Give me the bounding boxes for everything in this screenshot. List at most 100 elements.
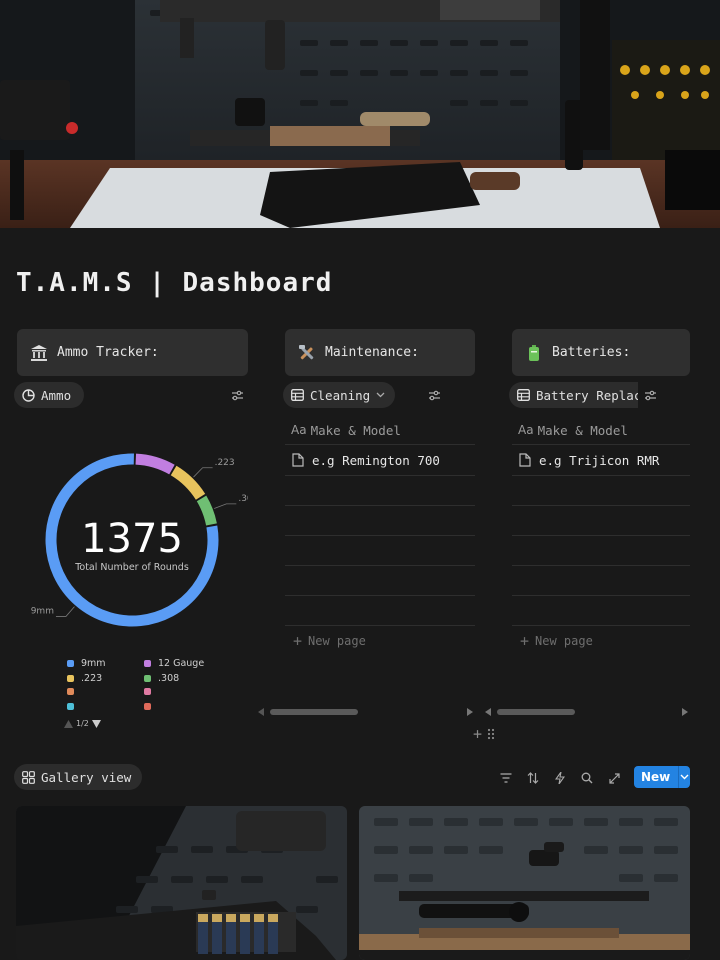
legend-label: .223 xyxy=(81,673,103,684)
tab-label: Ammo xyxy=(41,387,72,403)
scroll-right-icon[interactable] xyxy=(467,708,473,716)
legend-swatch xyxy=(67,688,74,695)
slice-label: .223 xyxy=(215,458,235,468)
add-block-icon[interactable]: + xyxy=(473,725,482,743)
plus-icon: + xyxy=(520,632,530,650)
callout-maintenance: Maintenance: xyxy=(285,329,475,376)
new-button[interactable]: New xyxy=(634,766,690,788)
chevron-down-icon[interactable] xyxy=(679,774,690,780)
plus-icon: + xyxy=(293,632,303,650)
text-property-icon: Aa xyxy=(291,423,307,437)
legend-label: 12 Gauge xyxy=(158,658,205,669)
donut-slice-223[interactable] xyxy=(170,465,206,501)
callout-label: Maintenance: xyxy=(325,345,419,360)
gallery-card[interactable] xyxy=(359,806,690,960)
triangle-up-icon[interactable] xyxy=(64,719,73,728)
gallery-grid-icon xyxy=(22,770,35,784)
settings-sliders-icon[interactable] xyxy=(641,386,659,404)
settings-sliders-icon[interactable] xyxy=(228,386,246,404)
legend-pager: 1/2 xyxy=(64,719,101,728)
gallery-toolbar xyxy=(497,769,650,787)
legend-swatch xyxy=(67,660,74,667)
chevron-down-icon xyxy=(376,392,385,398)
filter-icon[interactable] xyxy=(497,769,515,787)
maintenance-table: Aa Make & Model e.g Remington 700 + New … xyxy=(285,416,475,656)
tab-battery-replacement[interactable]: Battery Replacement xyxy=(509,382,638,408)
table-row[interactable]: e.g Trijicon RMR xyxy=(512,445,690,475)
column-header-label: Make & Model xyxy=(537,422,628,438)
cover-image xyxy=(0,0,720,228)
column-header-label: Make & Model xyxy=(310,422,401,438)
pie-chart-icon xyxy=(22,388,35,402)
donut-slice-12-gauge[interactable] xyxy=(135,453,175,476)
legend-item[interactable]: 12 Gauge xyxy=(144,658,204,669)
legend-item[interactable]: .223 xyxy=(67,673,102,684)
tab-cleaning[interactable]: Cleaning xyxy=(283,382,395,408)
card-cover-image xyxy=(16,806,347,960)
table-row[interactable]: e.g Remington 700 xyxy=(285,445,475,475)
new-button-label: New xyxy=(641,770,671,784)
gallery-card[interactable] xyxy=(16,806,347,960)
search-icon[interactable] xyxy=(578,769,596,787)
block-handles: + xyxy=(473,725,495,743)
new-page-label: New page xyxy=(535,634,593,648)
battery-icon xyxy=(524,343,544,363)
card-cover-image xyxy=(359,806,690,960)
tab-label: Cleaning xyxy=(310,387,371,403)
page-title: T.A.M.S | Dashboard xyxy=(16,268,333,298)
legend-swatch xyxy=(144,675,151,682)
callout-label: Ammo Tracker: xyxy=(57,345,159,360)
tools-icon xyxy=(297,343,317,363)
legend-item[interactable] xyxy=(144,688,158,695)
new-page-button[interactable]: + New page xyxy=(285,626,475,656)
triangle-down-icon[interactable] xyxy=(91,719,101,728)
drag-handle-icon[interactable] xyxy=(487,728,495,740)
row-title: e.g Trijicon RMR xyxy=(539,452,660,468)
legend-page-label: 1/2 xyxy=(76,719,89,728)
tab-gallery-view[interactable]: Gallery view xyxy=(14,764,142,790)
battery-table: Aa Make & Model e.g Trijicon RMR + New p… xyxy=(512,416,690,656)
legend-item[interactable] xyxy=(67,688,81,695)
legend-label: .308 xyxy=(158,673,180,684)
battery-scrollbar[interactable] xyxy=(485,707,688,717)
ammo-donut-chart: 9mm .223 .308 1375 Total Number of Rounds xyxy=(31,453,248,627)
settings-sliders-icon[interactable] xyxy=(425,386,443,404)
callout-batteries: Batteries: xyxy=(512,329,690,376)
new-page-label: New page xyxy=(308,634,366,648)
legend-item[interactable] xyxy=(144,703,158,710)
legend-swatch xyxy=(144,660,151,667)
text-property-icon: Aa xyxy=(518,423,534,437)
page-icon xyxy=(292,453,304,467)
legend-item[interactable]: .308 xyxy=(144,673,179,684)
callout-ammo-tracker: Ammo Tracker: xyxy=(17,329,248,376)
scroll-left-icon[interactable] xyxy=(485,708,491,716)
scroll-left-icon[interactable] xyxy=(258,708,264,716)
new-page-button[interactable]: + New page xyxy=(512,626,690,656)
column-header-make-model[interactable]: Aa Make & Model xyxy=(512,416,690,444)
scrollbar-thumb[interactable] xyxy=(270,709,358,715)
legend-swatch xyxy=(67,703,74,710)
legend-label: 9mm xyxy=(81,658,106,669)
scroll-right-icon[interactable] xyxy=(682,708,688,716)
legend-swatch xyxy=(144,688,151,695)
maintenance-scrollbar[interactable] xyxy=(258,707,473,717)
chart-total-value: 1375 xyxy=(81,516,183,562)
leader-line xyxy=(214,503,237,509)
legend-item[interactable]: 9mm xyxy=(67,658,106,669)
table-icon xyxy=(291,389,304,401)
tab-ammo-chart[interactable]: Ammo xyxy=(14,382,84,408)
lightning-icon[interactable] xyxy=(551,769,569,787)
tab-label: Gallery view xyxy=(41,769,132,785)
legend-item[interactable] xyxy=(67,703,81,710)
bank-icon xyxy=(29,343,49,363)
slice-label: 9mm xyxy=(31,606,54,616)
legend-swatch xyxy=(67,675,74,682)
scrollbar-thumb[interactable] xyxy=(497,709,575,715)
leader-line xyxy=(193,467,213,478)
callout-label: Batteries: xyxy=(552,345,631,360)
column-header-make-model[interactable]: Aa Make & Model xyxy=(285,416,475,444)
donut-slice-308[interactable] xyxy=(196,495,217,526)
page-icon xyxy=(519,453,531,467)
sort-icon[interactable] xyxy=(524,769,542,787)
expand-icon[interactable] xyxy=(605,769,623,787)
